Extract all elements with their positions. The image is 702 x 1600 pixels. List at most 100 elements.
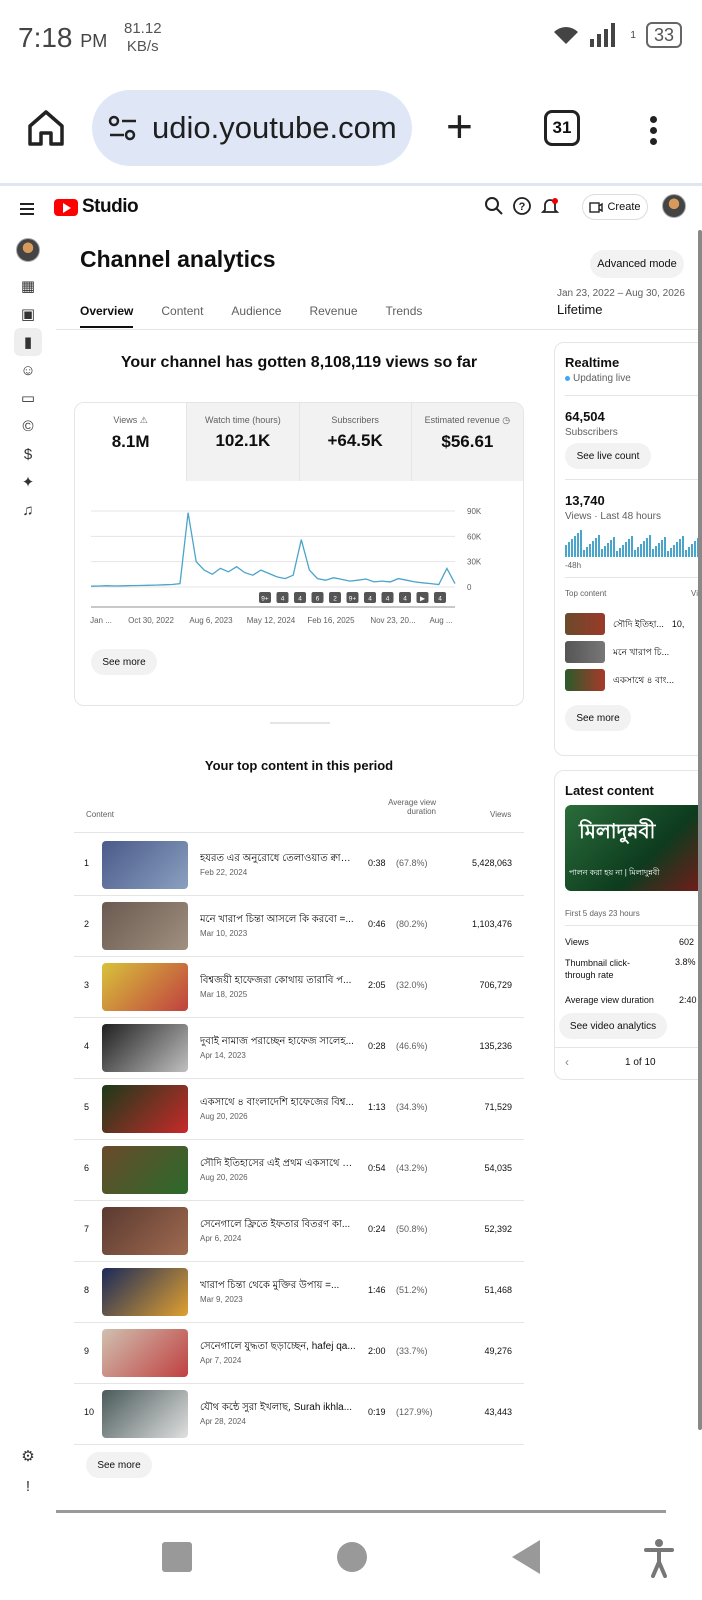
table-row[interactable]: 9 সেনেগালে যুদ্ধতা ছড়াচ্ছেন, hafej qa...…: [74, 1322, 524, 1383]
customization-icon[interactable]: ✦: [14, 468, 42, 496]
notifications-icon[interactable]: [540, 196, 560, 216]
video-views: 52,392: [484, 1224, 512, 1234]
video-thumbnail[interactable]: [102, 1146, 188, 1194]
table-row[interactable]: 4 দুবাই নামাজ পরাচ্ছেন হাফেজ সালেহ... Apr …: [74, 1017, 524, 1078]
page-scrollbar[interactable]: [698, 230, 702, 1430]
metric-revenue[interactable]: Estimated revenue ◷ $56.61: [410, 403, 523, 481]
chart-see-more-button[interactable]: See more: [91, 649, 157, 675]
video-thumbnail[interactable]: [102, 1268, 188, 1316]
tab-switcher-button[interactable]: 31: [544, 110, 580, 146]
new-tab-button[interactable]: +: [446, 103, 473, 149]
tab-content[interactable]: Content: [161, 304, 203, 328]
avg-view-duration: 0:46: [368, 919, 386, 929]
video-title[interactable]: সেনেগালে যুদ্ধতা ছড়াচ্ছেন, hafej qa...: [200, 1339, 356, 1356]
see-video-analytics-button[interactable]: See video analytics: [559, 1013, 667, 1039]
top-content-title: Your top content in this period: [204, 758, 394, 773]
recent-apps-button[interactable]: [162, 1542, 192, 1572]
video-title[interactable]: মনে খারাপ চিন্তা আসলে কি করবো =...: [200, 912, 356, 929]
realtime-item-thumbnail: [565, 669, 605, 691]
content-icon[interactable]: ▣: [14, 300, 42, 328]
advanced-mode-button[interactable]: Advanced mode: [590, 250, 684, 278]
tab-overview[interactable]: Overview: [80, 304, 134, 328]
video-thumbnail[interactable]: [102, 1207, 188, 1255]
realtime-bar: [613, 537, 615, 557]
help-icon[interactable]: ?: [512, 196, 532, 216]
table-row[interactable]: 3 বিশ্বজয়ী হাফেজরা কোথায় তারাবি প... Mar…: [74, 956, 524, 1017]
video-thumbnail[interactable]: [102, 1024, 188, 1072]
site-settings-icon[interactable]: [108, 115, 138, 141]
tab-audience[interactable]: Audience: [231, 304, 281, 328]
url-bar[interactable]: udio.youtube.com: [92, 90, 412, 166]
table-row[interactable]: 10 যৌথ কন্ঠে সুরা ইখলাছ, Surah ikhla... Ap…: [74, 1383, 524, 1444]
date-range[interactable]: Jan 23, 2022 – Aug 30, 2026: [557, 288, 685, 299]
home-button[interactable]: [337, 1542, 367, 1572]
metric-views[interactable]: Views ⚠ 8.1M: [75, 403, 187, 481]
table-row[interactable]: 5 একসাথে ৪ বাংলাদেশি হাফেজের বিশ্ব... Aug …: [74, 1078, 524, 1139]
studio-logo[interactable]: Studio: [54, 196, 139, 218]
subtitles-icon[interactable]: ▭: [14, 384, 42, 412]
realtime-bar: [568, 542, 570, 557]
video-title[interactable]: বিশ্বজয়ী হাফেজরা কোথায় তারাবি প...: [200, 973, 356, 990]
table-row[interactable]: 6 সৌদি ইতিহাসের এই প্রথম একসাথে ৪... Aug 2…: [74, 1139, 524, 1200]
realtime-item-thumbnail: [565, 613, 605, 635]
realtime-bar: [673, 545, 675, 557]
table-row[interactable]: 8 খারাপ চিন্তা থেকে মুক্তির উপায় =... Mar…: [74, 1261, 524, 1322]
analytics-icon[interactable]: ▮: [14, 328, 42, 356]
metric-watch-time[interactable]: Watch time (hours) 102.1K: [186, 403, 299, 481]
feedback-icon[interactable]: !: [14, 1472, 42, 1500]
video-title[interactable]: একসাথে ৪ বাংলাদেশি হাফেজের বিশ্ব...: [200, 1095, 356, 1112]
avg-view-percentage: (50.8%): [396, 1224, 428, 1234]
video-date: Aug 20, 2026: [200, 1173, 248, 1182]
settings-icon[interactable]: ⚙: [14, 1442, 42, 1470]
video-title[interactable]: যৌথ কন্ঠে সুরা ইখলাছ, Surah ikhla...: [200, 1400, 356, 1417]
channel-avatar[interactable]: [16, 238, 40, 262]
video-title[interactable]: সেনেগালে ফ্রিতে ইফতার বিতরণ কা...: [200, 1217, 356, 1234]
search-icon[interactable]: [484, 196, 504, 216]
realtime-item[interactable]: সৌদি ইতিহা... 10,: [565, 613, 684, 635]
table-row[interactable]: 1 হযরত এর অনুরোধে তেলাওয়াত ক্বারী... Feb …: [74, 834, 524, 895]
video-thumbnail[interactable]: [102, 1085, 188, 1133]
video-thumbnail[interactable]: [102, 1329, 188, 1377]
metric-subscribers[interactable]: Subscribers +64.5K: [298, 403, 411, 481]
avg-view-duration: 0:24: [368, 1224, 386, 1234]
row-divider: [74, 1444, 524, 1445]
tab-trends[interactable]: Trends: [386, 304, 423, 328]
avg-view-duration: 2:05: [368, 980, 386, 990]
latest-content-thumbnail[interactable]: মিলাদুন্নবী পালন করা হয় না | মিলাদুন্নব…: [565, 805, 702, 891]
dashboard-icon[interactable]: ▦: [14, 272, 42, 300]
video-title[interactable]: দুবাই নামাজ পরাচ্ছেন হাফেজ সালেহ...: [200, 1034, 356, 1051]
video-thumbnail[interactable]: [102, 963, 188, 1011]
realtime-item[interactable]: একসাথে ৪ বাং...: [565, 669, 674, 691]
table-row[interactable]: 7 সেনেগালে ফ্রিতে ইফতার বিতরণ কা... Apr 6,…: [74, 1200, 524, 1261]
realtime-see-more-button[interactable]: See more: [565, 705, 631, 731]
audio-library-icon[interactable]: ♫: [14, 496, 42, 524]
period-label[interactable]: Lifetime: [557, 302, 603, 317]
accessibility-icon[interactable]: [644, 1538, 674, 1578]
realtime-bar: [688, 547, 690, 557]
account-avatar[interactable]: [662, 194, 686, 218]
back-button[interactable]: [512, 1540, 540, 1574]
video-thumbnail[interactable]: [102, 841, 188, 889]
tab-revenue[interactable]: Revenue: [309, 304, 357, 328]
community-icon[interactable]: ☺: [14, 356, 42, 384]
create-button[interactable]: Create: [582, 194, 648, 220]
hamburger-menu-icon[interactable]: [20, 200, 34, 218]
home-icon[interactable]: [26, 108, 66, 148]
see-live-count-button[interactable]: See live count: [565, 443, 651, 469]
video-title[interactable]: হযরত এর অনুরোধে তেলাওয়াত ক্বারী...: [200, 851, 356, 868]
video-title[interactable]: খারাপ চিন্তা থেকে মুক্তির উপায় =...: [200, 1278, 356, 1295]
table-row[interactable]: 2 মনে খারাপ চিন্তা আসলে কি করবো =... Mar 1…: [74, 895, 524, 956]
realtime-bar: [655, 546, 657, 557]
x-tick-label: Aug 6, 2023: [189, 616, 233, 625]
prev-content-icon[interactable]: ‹: [565, 1055, 569, 1069]
video-thumbnail[interactable]: [102, 902, 188, 950]
video-title[interactable]: সৌদি ইতিহাসের এই প্রথম একসাথে ৪...: [200, 1156, 356, 1173]
browser-menu-icon[interactable]: [650, 112, 657, 149]
top-content-see-more-button[interactable]: See more: [86, 1452, 152, 1478]
copyright-icon[interactable]: ©: [14, 412, 42, 440]
earn-icon[interactable]: $: [14, 440, 42, 468]
realtime-bar: [643, 541, 645, 557]
video-thumbnail[interactable]: [102, 1390, 188, 1438]
realtime-item[interactable]: মনে খারাপ চি...: [565, 641, 669, 663]
realtime-bar: [586, 547, 588, 557]
